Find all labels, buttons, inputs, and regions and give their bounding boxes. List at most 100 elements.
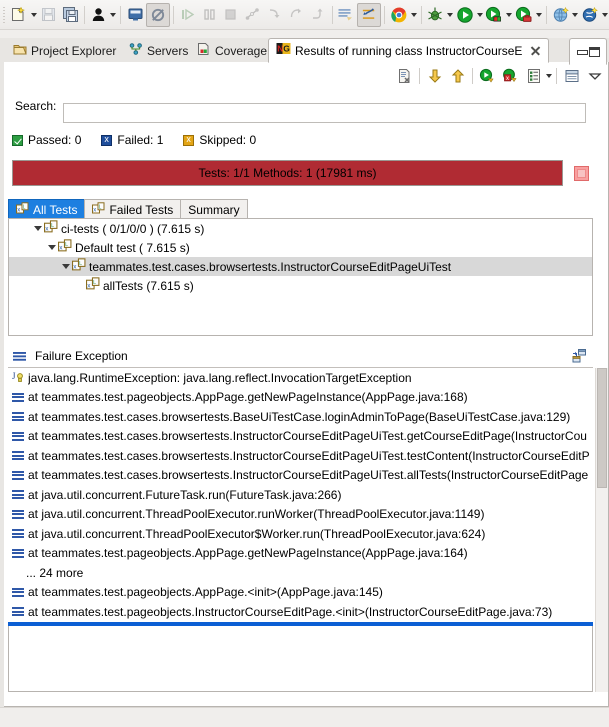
minimize-icon[interactable] bbox=[576, 47, 588, 56]
step-over-icon[interactable] bbox=[285, 4, 307, 26]
stack-trace-text: ... 24 more bbox=[26, 565, 84, 580]
stack-trace-text: at java.util.concurrent.ThreadPoolExecut… bbox=[28, 507, 485, 522]
chrome-dropdown-icon[interactable] bbox=[410, 4, 418, 26]
stack-trace-scrollbar[interactable] bbox=[595, 368, 608, 692]
coverage-icon[interactable] bbox=[484, 4, 506, 26]
run-last-tool-icon[interactable] bbox=[357, 2, 381, 27]
scrollbar-thumb[interactable] bbox=[597, 368, 607, 488]
counter-skipped-label: Skipped: 0 bbox=[199, 133, 257, 147]
stack-trace-row[interactable]: at teammates.test.cases.browsertests.Ins… bbox=[8, 446, 593, 466]
svg-text:x: x bbox=[506, 75, 509, 81]
tab-coverage[interactable]: Coverage bbox=[190, 39, 274, 62]
stack-trace-row[interactable]: at teammates.test.cases.browsertests.Ins… bbox=[8, 427, 593, 447]
compare-view-icon[interactable] bbox=[570, 348, 587, 368]
toolbar-separator bbox=[83, 5, 85, 24]
stack-frame-icon bbox=[12, 488, 25, 501]
expand-arrow-icon[interactable] bbox=[31, 219, 44, 238]
tab-failed-tests[interactable]: x L Failed Tests bbox=[84, 199, 182, 219]
new-wizard-dropdown-icon[interactable] bbox=[571, 4, 579, 26]
stack-trace-row[interactable]: at teammates.test.pageobjects.Instructor… bbox=[8, 602, 593, 622]
tab-servers[interactable]: Servers bbox=[122, 39, 195, 62]
tree-row[interactable]: x L teammates.test.cases.browsertests.In… bbox=[9, 257, 592, 276]
suspend-icon[interactable] bbox=[198, 4, 220, 26]
tree-row[interactable]: x L Default test ( 7.615 s) bbox=[9, 238, 592, 257]
stack-trace-empty-area bbox=[8, 626, 593, 692]
stack-trace-row[interactable]: at teammates.test.pageobjects.AppPage.ge… bbox=[8, 388, 593, 408]
test-list-menu-icon[interactable] bbox=[522, 65, 545, 87]
test-progress-bar: Tests: 1/1 Methods: 1 (17981 ms) bbox=[12, 160, 563, 186]
stack-trace-row[interactable]: at teammates.test.pageobjects.AppPage.ge… bbox=[8, 544, 593, 564]
terminate-icon[interactable] bbox=[220, 4, 242, 26]
resume-icon[interactable] bbox=[177, 4, 199, 26]
save-icon[interactable] bbox=[37, 4, 59, 26]
tab-all-tests[interactable]: x L All Tests bbox=[8, 199, 86, 219]
console-icon[interactable] bbox=[124, 4, 146, 26]
profile-icon[interactable] bbox=[513, 4, 535, 26]
expand-arrow-icon[interactable] bbox=[45, 238, 58, 257]
stack-trace-row[interactable]: J java.lang.RuntimeException: java.lang.… bbox=[8, 368, 593, 388]
debug-dropdown-icon[interactable] bbox=[446, 4, 454, 26]
stack-trace-row[interactable]: at java.util.concurrent.ThreadPoolExecut… bbox=[8, 505, 593, 525]
stop-icon[interactable] bbox=[574, 166, 589, 181]
profile-dropdown-icon[interactable] bbox=[535, 4, 543, 26]
tab-label: Failed Tests bbox=[109, 202, 174, 217]
stack-trace-row[interactable]: at java.util.concurrent.FutureTask.run(F… bbox=[8, 485, 593, 505]
tree-row-label: ci-tests ( 0/1/0/0 ) (7.615 s) bbox=[61, 221, 205, 236]
test-list-dropdown-icon[interactable] bbox=[545, 65, 553, 87]
tab-project-explorer[interactable]: Project Explorer bbox=[6, 39, 123, 62]
stack-trace-list[interactable]: J java.lang.RuntimeException: java.lang.… bbox=[8, 368, 593, 626]
tree-row[interactable]: x L ci-tests ( 0/1/0/0 ) (7.615 s) bbox=[9, 219, 592, 238]
test-result-tree[interactable]: x L ci-tests ( 0/1/0/0 ) (7.615 s) x L D… bbox=[8, 219, 593, 336]
toolbar-grip[interactable] bbox=[1, 4, 8, 25]
user-dropdown-icon[interactable] bbox=[110, 4, 118, 26]
previous-failure-icon[interactable] bbox=[446, 65, 469, 87]
tab-label: Results of running class InstructorCours… bbox=[295, 43, 523, 58]
run-dropdown-icon[interactable] bbox=[476, 4, 484, 26]
tab-label: Project Explorer bbox=[31, 43, 117, 58]
user-icon[interactable] bbox=[88, 4, 110, 26]
stack-trace-row[interactable]: at teammates.test.cases.browsertests.Ins… bbox=[8, 466, 593, 486]
stack-frame-icon bbox=[12, 391, 25, 404]
search-global-icon[interactable] bbox=[579, 4, 601, 26]
skipped-icon bbox=[183, 134, 195, 146]
next-failure-icon[interactable] bbox=[423, 65, 446, 87]
progress-label: Tests: 1/1 Methods: 1 (17981 ms) bbox=[198, 166, 377, 180]
search-input[interactable] bbox=[63, 103, 586, 123]
close-icon[interactable] bbox=[530, 45, 541, 56]
rerun-all-icon[interactable] bbox=[476, 65, 499, 87]
coverage-dropdown-icon[interactable] bbox=[505, 4, 513, 26]
view-menu-icon[interactable] bbox=[583, 65, 606, 87]
save-all-icon[interactable] bbox=[59, 4, 81, 26]
stack-frame-icon bbox=[12, 586, 25, 599]
stack-frame-icon bbox=[12, 449, 25, 462]
search-dropdown-icon[interactable] bbox=[601, 4, 609, 26]
open-task-icon[interactable] bbox=[336, 4, 358, 26]
run-icon[interactable] bbox=[454, 4, 476, 26]
stack-trace-row[interactable]: ... 24 more bbox=[8, 563, 593, 583]
stack-trace-row[interactable]: at java.util.concurrent.ThreadPoolExecut… bbox=[8, 524, 593, 544]
disconnect-icon[interactable] bbox=[242, 4, 264, 26]
step-into-icon[interactable] bbox=[264, 4, 286, 26]
new-file-icon[interactable] bbox=[8, 4, 30, 26]
new-file-dropdown-icon[interactable] bbox=[30, 4, 38, 26]
view-window-buttons bbox=[569, 38, 607, 65]
tab-summary[interactable]: Summary bbox=[180, 199, 248, 219]
stack-trace-row[interactable]: at teammates.test.pageobjects.AppPage.<i… bbox=[8, 583, 593, 603]
stack-trace-row[interactable]: at teammates.test.cases.browsertests.Bas… bbox=[8, 407, 593, 427]
step-return-icon[interactable] bbox=[307, 4, 329, 26]
debug-icon[interactable] bbox=[424, 4, 446, 26]
clear-results-icon[interactable] bbox=[393, 65, 416, 87]
new-wizard-icon[interactable] bbox=[550, 4, 572, 26]
test-counters: Passed: 0 Failed: 1 Skipped: 0 bbox=[12, 133, 256, 147]
tree-row[interactable]: x L allTests (7.615 s) bbox=[9, 276, 592, 295]
stack-frame-icon bbox=[12, 410, 25, 423]
expand-arrow-icon[interactable] bbox=[59, 257, 72, 276]
toggle-layout-icon[interactable] bbox=[560, 65, 583, 87]
tab-testng-results[interactable]: N G Results of running class InstructorC… bbox=[268, 38, 550, 63]
svg-text:x: x bbox=[94, 207, 97, 213]
rerun-failed-icon[interactable]: x bbox=[499, 65, 522, 87]
maximize-icon[interactable] bbox=[589, 46, 600, 57]
skip-breakpoints-icon[interactable] bbox=[146, 2, 170, 27]
chrome-browser-icon[interactable] bbox=[388, 4, 410, 26]
stack-frame-icon bbox=[12, 469, 25, 482]
